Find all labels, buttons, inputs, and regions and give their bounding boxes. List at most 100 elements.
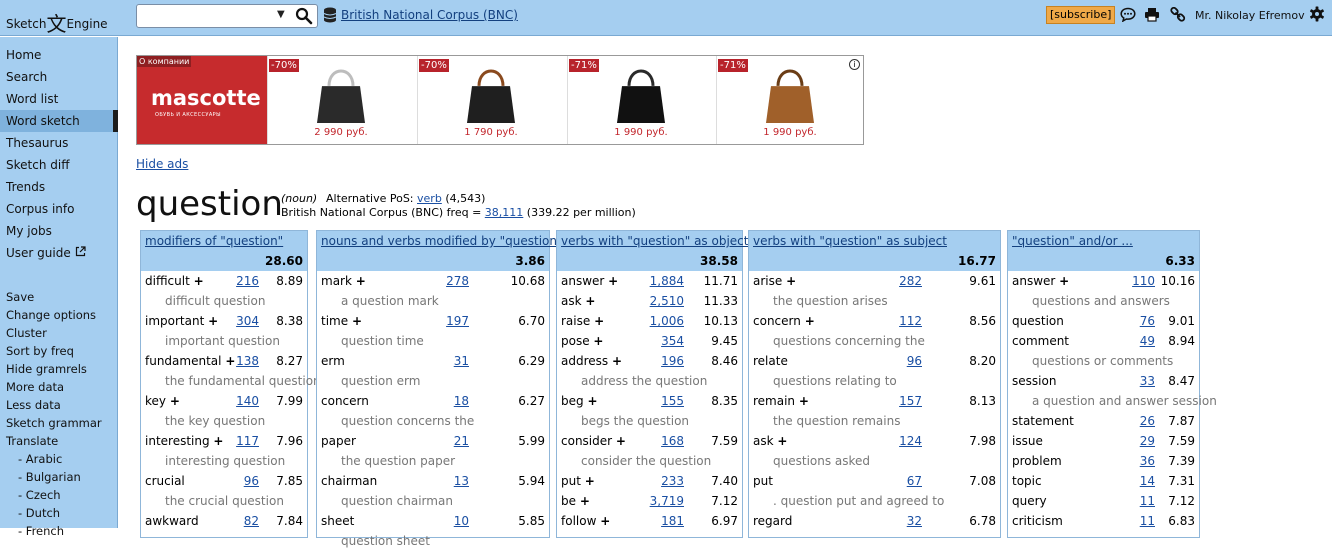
collocate-word[interactable]: ask +: [753, 434, 787, 448]
collocate-frequency[interactable]: 112: [899, 314, 922, 328]
collocation-example[interactable]: question erm: [341, 374, 420, 388]
collocate-word[interactable]: remain +: [753, 394, 809, 408]
collocation-example[interactable]: question concerns the: [341, 414, 474, 428]
expand-plus-icon[interactable]: +: [805, 314, 815, 328]
expand-plus-icon[interactable]: +: [616, 434, 626, 448]
collocate-word[interactable]: query: [1012, 494, 1047, 508]
collocate-word[interactable]: raise +: [561, 314, 604, 328]
collocate-word[interactable]: arise +: [753, 274, 796, 288]
nav-search[interactable]: Search: [0, 66, 118, 88]
nav-sketch-diff[interactable]: Sketch diff: [0, 154, 118, 176]
nav-word-sketch[interactable]: Word sketch: [0, 110, 118, 132]
collocate-frequency[interactable]: 33: [1140, 374, 1155, 388]
gear-icon[interactable]: [1309, 6, 1325, 25]
collocate-frequency[interactable]: 282: [899, 274, 922, 288]
expand-plus-icon[interactable]: +: [580, 494, 590, 508]
action-translate[interactable]: Translate: [6, 434, 58, 448]
link-icon[interactable]: [1170, 6, 1186, 25]
collocate-frequency[interactable]: 18: [454, 394, 469, 408]
collocate-word[interactable]: mark +: [321, 274, 366, 288]
collocate-frequency[interactable]: 29: [1140, 434, 1155, 448]
user-name[interactable]: Mr. Nikolay Efremov: [1195, 9, 1305, 22]
action-hide-gramrels[interactable]: Hide gramrels: [6, 362, 87, 376]
expand-plus-icon[interactable]: +: [356, 274, 366, 288]
expand-plus-icon[interactable]: +: [213, 434, 223, 448]
collocate-word[interactable]: interesting +: [145, 434, 223, 448]
expand-plus-icon[interactable]: +: [594, 314, 604, 328]
expand-plus-icon[interactable]: +: [593, 334, 603, 348]
collocation-example[interactable]: a question and answer session: [1032, 394, 1217, 408]
collocate-word[interactable]: statement: [1012, 414, 1074, 428]
collocate-word[interactable]: time +: [321, 314, 362, 328]
collocation-example[interactable]: the question arises: [773, 294, 888, 308]
database-icon[interactable]: [323, 7, 337, 26]
nav-home[interactable]: Home: [0, 44, 118, 66]
collocation-example[interactable]: the question paper: [341, 454, 455, 468]
collocate-word[interactable]: be +: [561, 494, 590, 508]
collocate-frequency[interactable]: 1,884: [650, 274, 684, 288]
print-icon[interactable]: [1144, 7, 1160, 25]
gramrel-title[interactable]: verbs with "question" as object: [561, 234, 748, 248]
collocate-word[interactable]: put: [753, 474, 773, 488]
collocate-frequency[interactable]: 124: [899, 434, 922, 448]
collocate-word[interactable]: follow +: [561, 514, 610, 528]
collocation-example[interactable]: questions or comments: [1032, 354, 1173, 368]
gramrel-title[interactable]: modifiers of "question": [145, 234, 283, 248]
collocation-example[interactable]: interesting question: [165, 454, 285, 468]
lang-arabic[interactable]: - Arabic: [18, 452, 62, 466]
collocate-frequency[interactable]: 49: [1140, 334, 1155, 348]
collocate-word[interactable]: important +: [145, 314, 218, 328]
expand-plus-icon[interactable]: +: [585, 474, 595, 488]
expand-plus-icon[interactable]: +: [585, 294, 595, 308]
frequency-link[interactable]: 38,111: [485, 206, 524, 219]
collocate-frequency[interactable]: 181: [661, 514, 684, 528]
collocate-frequency[interactable]: 110: [1132, 274, 1155, 288]
expand-plus-icon[interactable]: +: [608, 274, 618, 288]
collocate-word[interactable]: difficult +: [145, 274, 204, 288]
alternative-pos-link[interactable]: verb: [417, 192, 442, 205]
corpus-link[interactable]: British National Corpus (BNC): [341, 8, 518, 22]
collocate-word[interactable]: comment: [1012, 334, 1069, 348]
action-more-data[interactable]: More data: [6, 380, 64, 394]
expand-plus-icon[interactable]: +: [799, 394, 809, 408]
nav-trends[interactable]: Trends: [0, 176, 118, 198]
collocate-frequency[interactable]: 13: [454, 474, 469, 488]
expand-plus-icon[interactable]: +: [208, 314, 218, 328]
collocate-word[interactable]: problem: [1012, 454, 1062, 468]
collocate-word[interactable]: chairman: [321, 474, 377, 488]
collocate-word[interactable]: concern +: [753, 314, 815, 328]
collocate-word[interactable]: address +: [561, 354, 622, 368]
collocate-frequency[interactable]: 197: [446, 314, 469, 328]
expand-plus-icon[interactable]: +: [225, 354, 235, 368]
gramrel-title[interactable]: verbs with "question" as subject: [753, 234, 947, 248]
action-sort-by-freq[interactable]: Sort by freq: [6, 344, 74, 358]
expand-plus-icon[interactable]: +: [777, 434, 787, 448]
action-less-data[interactable]: Less data: [6, 398, 61, 412]
expand-plus-icon[interactable]: +: [786, 274, 796, 288]
collocation-example[interactable]: questions concerning the: [773, 334, 925, 348]
collocate-word[interactable]: topic: [1012, 474, 1042, 488]
expand-plus-icon[interactable]: +: [587, 394, 597, 408]
collocate-frequency[interactable]: 1,006: [650, 314, 684, 328]
collocate-word[interactable]: erm: [321, 354, 345, 368]
collocate-frequency[interactable]: 32: [907, 514, 922, 528]
collocation-example[interactable]: difficult question: [165, 294, 265, 308]
collocation-example[interactable]: the question remains: [773, 414, 900, 428]
collocate-frequency[interactable]: 117: [236, 434, 259, 448]
search-icon[interactable]: [295, 7, 313, 28]
collocate-frequency[interactable]: 11: [1140, 494, 1155, 508]
collocate-word[interactable]: fundamental +: [145, 354, 235, 368]
ad-product[interactable]: -71% 1 990 руб.: [716, 56, 862, 144]
collocate-word[interactable]: issue: [1012, 434, 1043, 448]
collocate-frequency[interactable]: 3,719: [650, 494, 684, 508]
collocation-example[interactable]: address the question: [581, 374, 707, 388]
collocate-frequency[interactable]: 10: [454, 514, 469, 528]
collocation-example[interactable]: important question: [165, 334, 280, 348]
collocate-frequency[interactable]: 354: [661, 334, 684, 348]
lang-bulgarian[interactable]: - Bulgarian: [18, 470, 81, 484]
subscribe-button[interactable]: [subscribe]: [1046, 6, 1116, 24]
ad-product[interactable]: -71% 1 990 руб.: [567, 56, 713, 144]
collocate-word[interactable]: session: [1012, 374, 1056, 388]
expand-plus-icon[interactable]: +: [600, 514, 610, 528]
collocate-word[interactable]: sheet: [321, 514, 354, 528]
